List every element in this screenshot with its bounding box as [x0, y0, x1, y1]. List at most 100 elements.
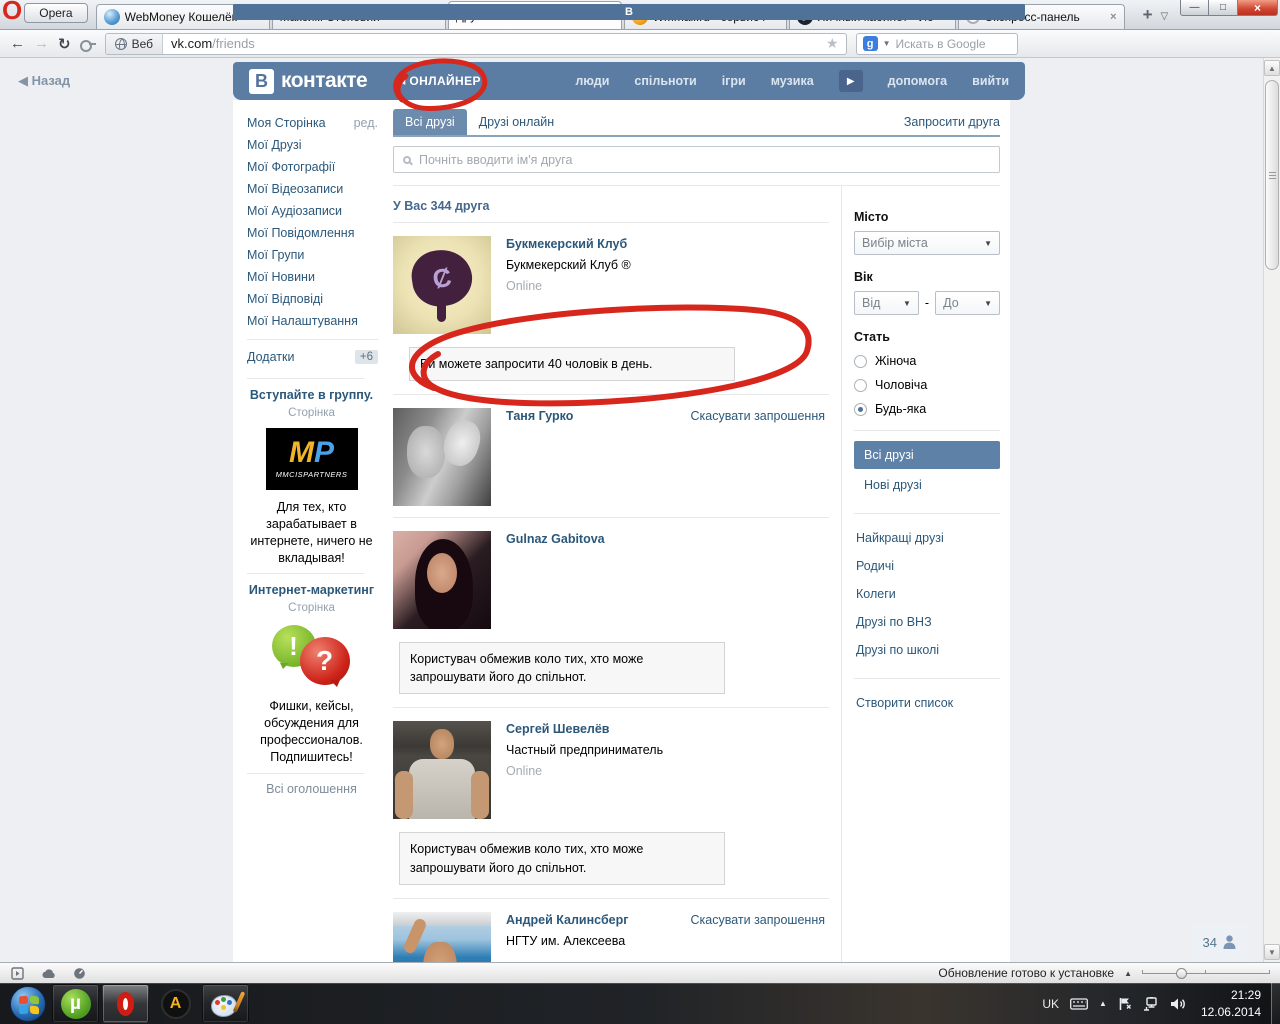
sidebar-menu-item[interactable]: Моя Сторінка ред. [247, 112, 390, 134]
taskbar-opera-button[interactable] [102, 984, 149, 1023]
tab-close-icon[interactable]: × [1108, 11, 1116, 23]
scroll-down-icon[interactable]: ▼ [1264, 944, 1280, 960]
header-nav-link[interactable]: музика [771, 74, 814, 88]
header-nav-link[interactable]: вийти [972, 74, 1009, 88]
sidebar-menu-item[interactable]: Мої Відеозаписи [247, 178, 390, 200]
partner-link-onliner[interactable]: ◂ ОНЛАЙНЕР [399, 74, 481, 88]
gender-radio-option[interactable]: Жіноча [854, 354, 1000, 368]
sidebar-item-apps[interactable]: Додатки +6 [247, 347, 390, 367]
gender-radio-option[interactable]: Чоловіча [854, 378, 1000, 392]
sidebar-menu-item[interactable]: Мої Друзі [247, 134, 390, 156]
audio-player-button[interactable]: ▶ [838, 70, 863, 92]
tab-list-chevron-icon[interactable]: ▽ [1161, 11, 1175, 29]
header-nav-link[interactable]: люди [575, 74, 609, 88]
page-scrollbar[interactable]: ▲ ▼ [1263, 58, 1280, 962]
friend-avatar[interactable] [393, 531, 491, 630]
forward-icon[interactable]: → [34, 35, 49, 52]
tab-friends-online[interactable]: Друзі онлайн [467, 109, 567, 135]
reload-icon[interactable]: ↻ [58, 35, 71, 53]
maximize-button[interactable]: □ [1209, 0, 1238, 16]
volume-icon[interactable] [1170, 997, 1186, 1011]
tab-all-friends[interactable]: Всі друзі [393, 109, 467, 135]
search-engine-chevron-icon[interactable]: ▼ [883, 39, 891, 48]
friend-category-link[interactable]: Найкращі друзі [854, 524, 1000, 552]
sidebar-menu-item[interactable]: Мої Відповіді [247, 288, 390, 310]
sidebar-menu-item[interactable]: Мої Фотографії [247, 156, 390, 178]
zoom-slider[interactable] [1142, 967, 1270, 980]
start-button[interactable] [10, 985, 46, 1022]
sidebar-menu-item[interactable]: Мої Аудіозаписи [247, 200, 390, 222]
language-indicator[interactable]: UK [1042, 997, 1059, 1011]
ad-image-bubbles[interactable]: !? [264, 623, 360, 689]
radio-icon[interactable] [854, 378, 867, 392]
sidebar-menu-item[interactable]: Мої Групи [247, 244, 390, 266]
panel-toggle-icon[interactable] [10, 966, 25, 980]
invite-friend-link[interactable]: Запросити друга [904, 115, 1000, 135]
cancel-request-link[interactable]: Скасувати запрошення [691, 409, 826, 423]
back-icon[interactable]: ← [10, 35, 25, 52]
friend-search-input[interactable]: Почніть вводити ім'я друга [393, 146, 1000, 173]
friend-name-link[interactable]: Таня Гурко [506, 409, 573, 423]
friend-category-link[interactable]: Друзі по ВНЗ [854, 608, 1000, 636]
page-back-link[interactable]: ◀ Назад [18, 73, 70, 89]
gender-radio-option[interactable]: Будь-яка [854, 402, 1000, 416]
sidebar-menu-item[interactable]: Мої Налаштування [247, 310, 390, 332]
age-from-select[interactable]: Від ▼ [854, 291, 919, 315]
cancel-request-link[interactable]: Скасувати запрошення [691, 913, 826, 927]
friend-list-item[interactable]: Всі друзі [854, 441, 1000, 469]
ad-image-mmcis[interactable]: M P MMCISPARTNERS [265, 427, 358, 490]
browser-tab[interactable]: ВДрузі Максима Степо...× [233, 1, 1025, 29]
taskbar-aimp-button[interactable]: A [152, 984, 199, 1023]
friend-category-link[interactable]: Колеги [854, 580, 1000, 608]
new-tab-button[interactable]: + [1127, 5, 1161, 29]
taskbar-utorrent-button[interactable]: µ [52, 984, 99, 1023]
taskbar-clock[interactable]: 21:29 12.06.2014 [1201, 987, 1261, 1019]
sidebar-menu-item[interactable]: Мої Повідомлення [247, 222, 390, 244]
friend-name-link[interactable]: Сергей Шевелёв [506, 722, 663, 736]
bookmark-star-icon[interactable]: ★ [826, 35, 846, 52]
ad-title-link[interactable]: Вступайте в группу. [247, 387, 376, 404]
search-field[interactable]: g ▼ Искать в Google [855, 32, 1018, 55]
key-icon[interactable] [79, 39, 96, 52]
network-icon[interactable] [1143, 996, 1159, 1011]
friend-name-link[interactable]: Андрей Калинсберг [506, 913, 628, 927]
url-field[interactable]: Веб vk.com/friends ★ [104, 32, 847, 55]
friend-avatar[interactable] [393, 408, 491, 507]
friend-avatar[interactable] [393, 911, 491, 962]
radio-icon[interactable] [854, 354, 867, 368]
update-expand-icon[interactable]: ▲ [1124, 969, 1132, 978]
hidden-icons-chevron-icon[interactable]: ▲ [1099, 999, 1107, 1008]
friend-category-link[interactable]: Родичі [854, 552, 1000, 580]
menu-item-edit-link[interactable]: ред. [354, 116, 378, 130]
turbo-gauge-icon[interactable] [72, 967, 87, 980]
friend-category-link[interactable]: Друзі по школі [854, 636, 1000, 664]
keyboard-icon[interactable] [1070, 997, 1088, 1010]
sidebar-menu-item[interactable]: Мої Новини [247, 266, 390, 288]
opera-menu[interactable]: O Opera [2, 0, 96, 29]
sync-cloud-icon[interactable] [41, 967, 56, 980]
friend-avatar[interactable]: Ȼ [393, 236, 491, 334]
all-ads-link[interactable]: Всі оголошення [247, 782, 376, 806]
vk-logo[interactable]: В контакте [249, 68, 368, 94]
header-nav-link[interactable]: спільноти [634, 74, 696, 88]
city-select[interactable]: Вибір міста ▼ [854, 231, 1000, 255]
friend-avatar[interactable] [393, 721, 491, 820]
zoom-slider-handle[interactable] [1176, 967, 1187, 979]
radio-icon[interactable] [854, 402, 867, 416]
opera-menu-button[interactable]: Opera [24, 2, 88, 23]
age-to-select[interactable]: До ▼ [935, 291, 1001, 315]
header-nav-link[interactable]: ігри [722, 74, 746, 88]
online-friends-widget[interactable]: 34 [1190, 922, 1248, 962]
update-notice[interactable]: Обновление готово к установке [938, 966, 1114, 980]
scrollbar-thumb[interactable] [1265, 80, 1279, 270]
friend-list-item[interactable]: Нові друзі [854, 471, 1000, 499]
create-list-link[interactable]: Створити список [854, 689, 1000, 717]
ad-title-link[interactable]: Интернет-маркетинг [247, 582, 376, 599]
header-nav-link[interactable]: допомога [888, 74, 947, 88]
web-badge[interactable]: Веб [105, 33, 163, 54]
close-button[interactable]: × [1238, 0, 1278, 16]
taskbar-paint-button[interactable] [202, 984, 249, 1023]
friend-name-link[interactable]: Gulnaz Gabitova [506, 532, 605, 546]
action-center-flag-icon[interactable] [1118, 997, 1132, 1011]
show-desktop-button[interactable] [1271, 983, 1280, 1024]
